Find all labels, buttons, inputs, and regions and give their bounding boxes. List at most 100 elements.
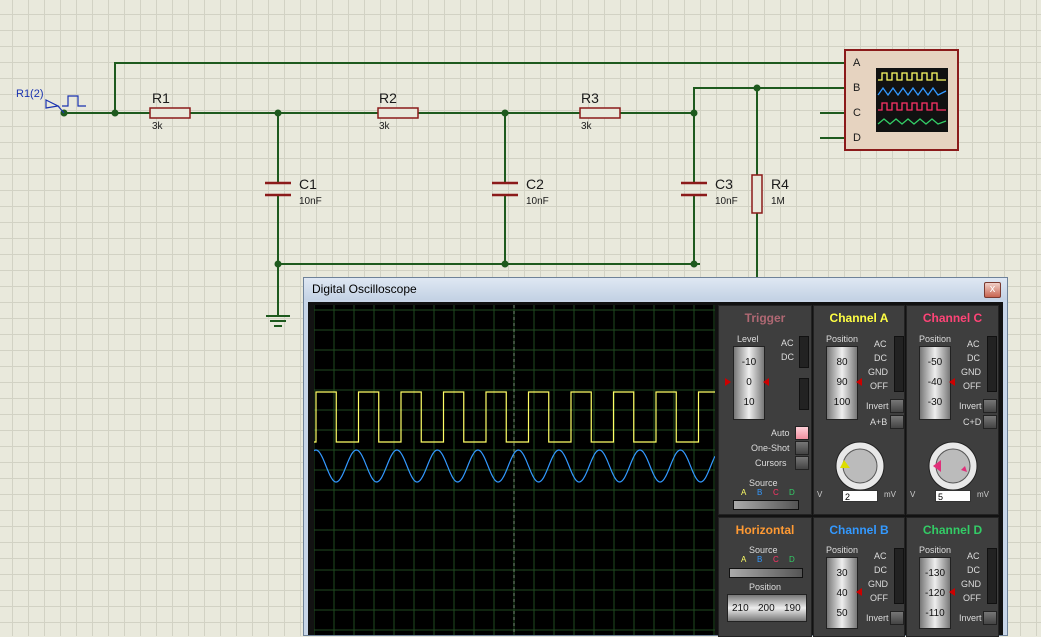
channel-d-invert-label: Invert	[959, 613, 982, 623]
horizontal-source-label: Source	[749, 545, 778, 555]
trigger-cursors-button[interactable]	[795, 456, 809, 470]
scope-screen	[314, 305, 715, 635]
channel-c-panel: Channel C Position -50 -40 -30 AC DC GND…	[906, 305, 999, 515]
channel-c-coupling-switch[interactable]	[987, 336, 997, 392]
channel-b-off: OFF	[870, 593, 888, 603]
resistor-r4[interactable]	[751, 174, 763, 214]
close-button[interactable]: x	[984, 282, 1001, 298]
oscilloscope-title: Digital Oscilloscope	[312, 282, 417, 296]
channel-c-title: Channel C	[922, 311, 983, 325]
capacitor-c3[interactable]	[681, 181, 707, 197]
channel-a-position-knob[interactable]: 80 90 100	[826, 346, 858, 420]
channel-b-coupling-switch[interactable]	[894, 548, 904, 604]
c3-value: 10nF	[715, 196, 738, 207]
trigger-level-marker-right	[763, 378, 769, 386]
channel-a-gnd: GND	[868, 367, 888, 377]
capacitor-c2[interactable]	[492, 181, 518, 197]
trigger-auto-button[interactable]	[795, 426, 809, 440]
channel-a-position-label: Position	[826, 334, 859, 344]
channel-d-gnd: GND	[961, 579, 981, 589]
channel-a-panel: Channel A Position 80 90 100 AC DC GND O…	[813, 305, 905, 515]
capacitor-c1[interactable]	[265, 181, 291, 197]
trigger-cursors-label: Cursors	[755, 458, 787, 468]
r2-ref: R2	[379, 90, 397, 106]
resistor-r2[interactable]	[377, 107, 419, 119]
trigger-source-c: C	[773, 488, 779, 497]
trigger-oneshot-button[interactable]	[795, 441, 809, 455]
scope-traces	[314, 305, 715, 635]
trigger-title: Trigger	[744, 311, 786, 325]
channel-d-ac: AC	[967, 551, 980, 561]
scope-pin-b: B	[853, 82, 861, 94]
c2-ref: C2	[526, 176, 544, 192]
channel-d-marker	[949, 588, 955, 596]
trigger-source-slider[interactable]	[733, 500, 799, 510]
r1-ref: R1	[152, 90, 170, 106]
r3-value: 3k	[581, 121, 592, 132]
channel-d-position-label: Position	[919, 545, 952, 555]
channel-b-invert-button[interactable]	[890, 611, 904, 625]
horizontal-position-label: Position	[749, 582, 782, 592]
horizontal-source-a: A	[741, 555, 747, 564]
channel-b-gnd: GND	[868, 579, 888, 589]
trigger-edge-switch[interactable]	[799, 378, 809, 410]
channel-c-invert-button[interactable]	[983, 399, 997, 413]
trigger-level-value-bot: 10	[743, 397, 755, 408]
channel-d-coupling-switch[interactable]	[987, 548, 997, 604]
r4-value: 1M	[771, 196, 785, 207]
trigger-coupling-switch[interactable]	[799, 336, 809, 368]
trigger-level-knob[interactable]: -10 0 10	[733, 346, 765, 420]
oscilloscope-titlebar[interactable]: Digital Oscilloscope x	[304, 278, 1007, 300]
ground-symbol[interactable]	[266, 315, 290, 327]
c3-ref: C3	[715, 176, 733, 192]
channel-b-position-knob[interactable]: 30 40 50	[826, 557, 858, 629]
channel-b-title: Channel B	[829, 523, 889, 537]
channel-a-unit-mv: mV	[884, 490, 896, 499]
channel-a-unit-v: V	[817, 490, 823, 499]
horizontal-source-slider[interactable]	[729, 568, 803, 578]
resistor-r3[interactable]	[579, 107, 621, 119]
oscilloscope-body: Trigger Level -10 0 10 AC DC Auto One-Sh…	[308, 302, 1003, 637]
channel-c-marker	[949, 378, 955, 386]
channel-a-coupling-switch[interactable]	[894, 336, 904, 392]
trigger-oneshot-label: One-Shot	[751, 443, 790, 453]
channel-d-position-knob[interactable]: -130 -120 -110	[919, 557, 951, 629]
horizontal-source-c: C	[773, 555, 779, 564]
channel-c-unit-v: V	[910, 490, 916, 499]
oscilloscope-window[interactable]: Digital Oscilloscope x Trigger Level -10…	[303, 277, 1008, 637]
channel-d-invert-button[interactable]	[983, 611, 997, 625]
channel-c-position-knob[interactable]: -50 -40 -30	[919, 346, 951, 420]
horizontal-title: Horizontal	[735, 523, 795, 537]
horizontal-source-d: D	[789, 555, 795, 564]
channel-c-invert-label: Invert	[959, 401, 982, 411]
channel-b-panel: Channel B Position 30 40 50 AC DC GND OF…	[813, 517, 905, 637]
trigger-source-b: B	[757, 488, 763, 497]
horizontal-position-knob[interactable]: 210 200 190	[727, 594, 807, 622]
resistor-r1[interactable]	[149, 107, 191, 119]
r4-ref: R4	[771, 176, 789, 192]
trigger-source-label: Source	[749, 478, 778, 488]
channel-a-pos-mid: 90	[836, 377, 848, 388]
horizontal-pos-left: 210	[732, 603, 749, 614]
scope-symbol[interactable]	[844, 49, 959, 151]
trigger-ac-label: AC	[781, 338, 794, 348]
channel-b-invert-label: Invert	[866, 613, 889, 623]
channel-d-pos-top: -130	[924, 568, 945, 579]
channel-a-invert-label: Invert	[866, 401, 889, 411]
channel-a-volts-field[interactable]: 2	[842, 490, 878, 502]
trigger-source-d: D	[789, 488, 795, 497]
channel-a-invert-button[interactable]	[890, 399, 904, 413]
channel-c-ac: AC	[967, 339, 980, 349]
channel-c-pos-bot: -30	[927, 397, 943, 408]
channel-d-pos-mid: -120	[924, 588, 945, 599]
trigger-panel: Trigger Level -10 0 10 AC DC Auto One-Sh…	[718, 305, 812, 515]
channel-b-ac: AC	[874, 551, 887, 561]
channel-c-volts-dial[interactable]	[911, 426, 995, 498]
channel-a-volts-dial[interactable]	[818, 426, 902, 498]
channel-b-pos-bot: 50	[836, 608, 848, 619]
c2-value: 10nF	[526, 196, 549, 207]
trigger-dc-label: DC	[781, 352, 794, 362]
channel-c-volts-field[interactable]: 5	[935, 490, 971, 502]
c1-value: 10nF	[299, 196, 322, 207]
channel-a-pos-top: 80	[836, 357, 848, 368]
